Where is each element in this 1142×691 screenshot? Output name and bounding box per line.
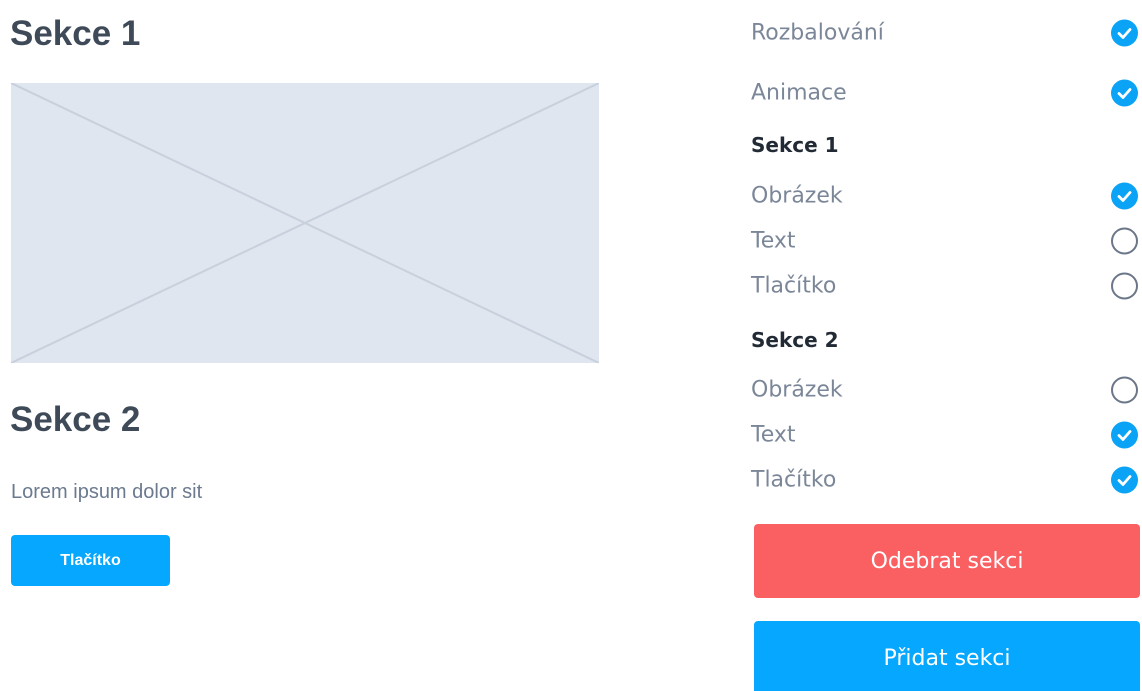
option-label: Rozbalování — [751, 20, 884, 46]
section-2-text: Lorem ipsum dolor sit — [11, 481, 203, 503]
checkbox-unchecked-icon[interactable] — [1111, 376, 1138, 404]
section-2-button[interactable]: Tlačítko — [11, 535, 170, 586]
app-root: Sekce 1 Sekce 2 Lorem ipsum dolor sit Tl… — [0, 0, 1142, 691]
option-expanding[interactable]: Rozbalování — [751, 16, 1138, 50]
option-label: Obrázek — [751, 183, 843, 209]
section-1-option-image[interactable]: Obrázek — [751, 179, 1138, 213]
checkbox-checked-icon[interactable] — [1111, 466, 1138, 494]
option-label: Animace — [751, 80, 847, 106]
settings-panel: Rozbalování Animace Sekce 1 Obrázek Text… — [748, 0, 1142, 691]
section-2-title: Sekce 2 — [10, 400, 141, 439]
section-2-group-title: Sekce 2 — [751, 328, 839, 352]
image-placeholder-icon — [11, 83, 599, 363]
option-animation[interactable]: Animace — [751, 76, 1138, 110]
section-1-title: Sekce 1 — [10, 14, 141, 53]
section-1-group-title: Sekce 1 — [751, 133, 839, 157]
section-2-option-button[interactable]: Tlačítko — [751, 463, 1138, 497]
checkbox-checked-icon[interactable] — [1111, 19, 1138, 47]
section-1-option-text[interactable]: Text — [751, 224, 1138, 258]
checkbox-unchecked-icon[interactable] — [1111, 272, 1138, 300]
option-label: Tlačítko — [751, 467, 837, 493]
option-label: Obrázek — [751, 377, 843, 403]
option-label: Text — [751, 422, 796, 448]
add-section-button[interactable]: Přidat sekci — [754, 621, 1140, 691]
section-1-option-button[interactable]: Tlačítko — [751, 269, 1138, 303]
option-label: Text — [751, 228, 796, 254]
preview-area: Sekce 1 Sekce 2 Lorem ipsum dolor sit Tl… — [0, 0, 620, 691]
section-2-option-image[interactable]: Obrázek — [751, 373, 1138, 407]
checkbox-unchecked-icon[interactable] — [1111, 227, 1138, 255]
checkbox-checked-icon[interactable] — [1111, 421, 1138, 449]
option-label: Tlačítko — [751, 273, 837, 299]
remove-section-button[interactable]: Odebrat sekci — [754, 524, 1140, 598]
checkbox-checked-icon[interactable] — [1111, 182, 1138, 210]
section-2-option-text[interactable]: Text — [751, 418, 1138, 452]
checkbox-checked-icon[interactable] — [1111, 79, 1138, 107]
image-placeholder — [11, 83, 599, 363]
